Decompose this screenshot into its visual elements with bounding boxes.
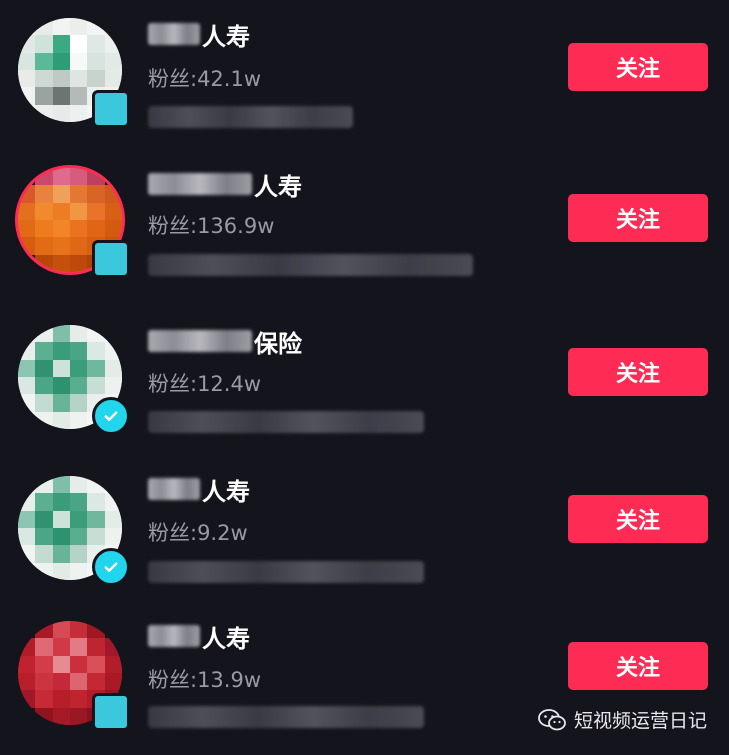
verified-badge-icon (92, 693, 130, 731)
account-name[interactable]: 保险 (148, 323, 302, 359)
verified-badge-icon (92, 548, 130, 586)
account-name-suffix: 保险 (254, 329, 302, 358)
verified-badge-icon (92, 90, 130, 128)
blurred-name-part (148, 173, 252, 195)
account-name[interactable]: 人寿 (148, 471, 250, 507)
blurred-name-part (148, 330, 252, 352)
fans-count: 粉丝:136.9w (148, 214, 275, 238)
avatar[interactable] (18, 621, 130, 731)
follow-button[interactable]: 关注 (568, 642, 708, 690)
blurred-name-part (148, 625, 200, 647)
blurred-bio (148, 106, 353, 128)
avatar[interactable] (18, 325, 130, 435)
account-name[interactable]: 人寿 (148, 16, 250, 52)
verified-badge-icon (92, 397, 130, 435)
follow-button[interactable]: 关注 (568, 495, 708, 543)
blurred-bio (148, 706, 424, 728)
account-name-suffix: 人寿 (254, 172, 302, 201)
avatar[interactable] (18, 168, 130, 278)
account-name[interactable]: 人寿 (148, 166, 302, 202)
avatar[interactable] (18, 476, 130, 586)
blurred-name-part (148, 23, 200, 45)
fans-count: 粉丝:13.9w (148, 668, 262, 692)
fans-count: 粉丝:9.2w (148, 521, 248, 545)
follow-button[interactable]: 关注 (568, 43, 708, 91)
follow-button[interactable]: 关注 (568, 348, 708, 396)
watermark: 短视频运营日记 (538, 706, 707, 733)
account-name-suffix: 人寿 (202, 624, 250, 653)
fans-count: 粉丝:42.1w (148, 67, 262, 91)
blurred-name-part (148, 478, 200, 500)
account-row[interactable]: 保险 粉丝:12.4w 关注 (0, 305, 729, 455)
account-row[interactable]: 人寿 粉丝:42.1w 关注 (0, 0, 729, 150)
account-name[interactable]: 人寿 (148, 618, 250, 654)
blurred-bio (148, 254, 473, 276)
wechat-icon (538, 708, 566, 731)
blurred-bio (148, 561, 424, 583)
avatar[interactable] (18, 18, 130, 128)
fans-count: 粉丝:12.4w (148, 372, 262, 396)
account-row[interactable]: 人寿 粉丝:136.9w 关注 (0, 150, 729, 300)
account-row[interactable]: 人寿 粉丝:9.2w 关注 (0, 458, 729, 608)
account-name-suffix: 人寿 (202, 22, 250, 51)
blurred-bio (148, 411, 424, 433)
watermark-text: 短视频运营日记 (573, 710, 707, 732)
verified-badge-icon (92, 240, 130, 278)
account-name-suffix: 人寿 (202, 477, 250, 506)
follow-button[interactable]: 关注 (568, 194, 708, 242)
